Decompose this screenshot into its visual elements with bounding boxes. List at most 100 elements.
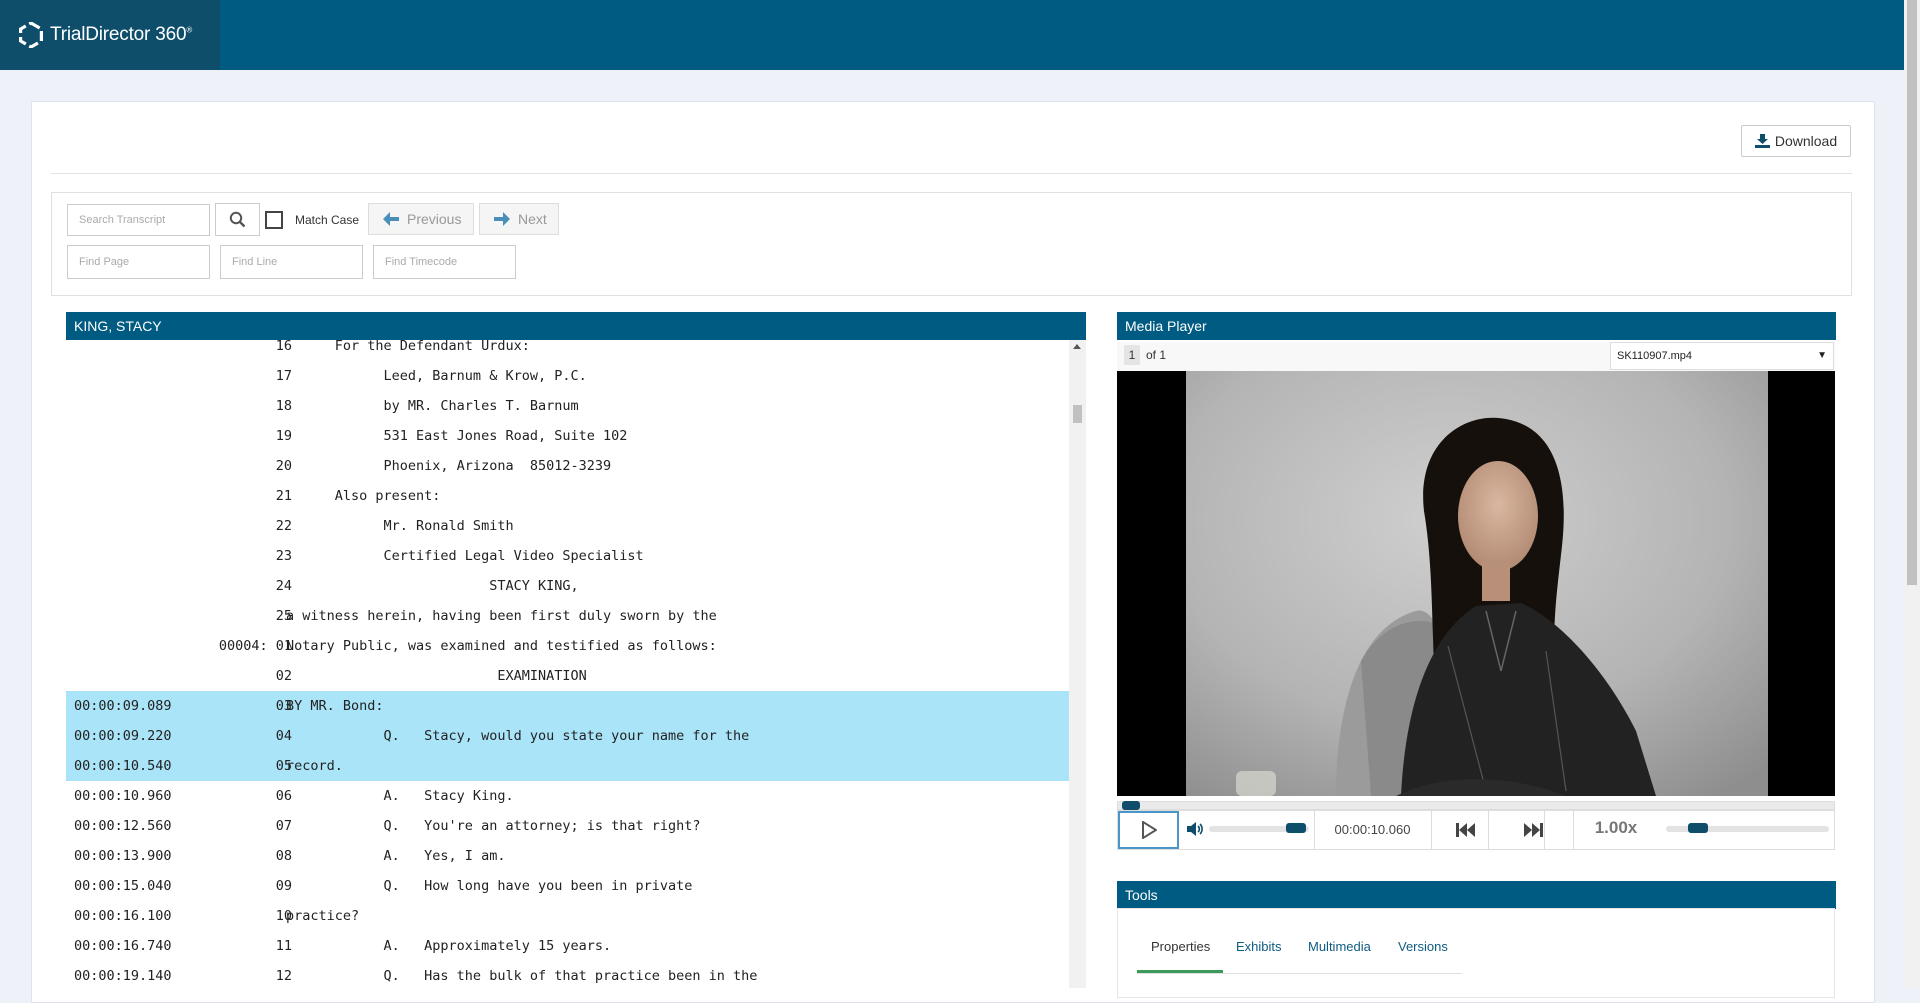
line-number: 21 xyxy=(275,488,292,504)
video-frame[interactable] xyxy=(1117,371,1835,796)
seek-knob[interactable] xyxy=(1122,801,1140,810)
play-button[interactable] xyxy=(1118,811,1179,849)
transcript-line[interactable]: 00:00:12.560 07 Q. You're an attorney; is… xyxy=(66,811,1069,841)
find-line-input[interactable] xyxy=(220,245,363,279)
line-number: 03 xyxy=(275,698,292,714)
skip-next-icon[interactable] xyxy=(1523,822,1543,838)
transcript-line[interactable]: 00:00:16.740 11 A. Approximately 15 years… xyxy=(66,931,1069,961)
transcript-line[interactable]: 17 Leed, Barnum & Krow, P.C. xyxy=(66,361,1069,391)
active-tab-indicator xyxy=(1137,970,1223,973)
arrow-right-icon xyxy=(494,212,510,226)
transcript-line[interactable]: 23 Certified Legal Video Specialist xyxy=(66,541,1069,571)
line-number: 10 xyxy=(275,908,292,924)
line-timecode: 00:00:10.960 xyxy=(74,788,172,804)
download-button[interactable]: Download xyxy=(1741,125,1851,157)
line-number: 20 xyxy=(275,458,292,474)
playback-speed[interactable]: 1.00x xyxy=(1574,818,1658,838)
transcript-line[interactable]: 00:00:09.220 04 Q. Stacy, would you state… xyxy=(66,721,1069,751)
line-text: Q. Has the bulk of that practice been in… xyxy=(286,968,758,984)
page-scrollbar-thumb[interactable] xyxy=(1907,0,1917,585)
media-page-count: of 1 xyxy=(1146,348,1167,362)
transcript-line[interactable]: 00:00:10.540 05 record. xyxy=(66,751,1069,781)
page-scrollbar[interactable] xyxy=(1904,0,1920,988)
line-text: Q. Stacy, would you state your name for … xyxy=(286,728,750,744)
line-number: 16 xyxy=(275,340,292,354)
line-text: a witness herein, having been first duly… xyxy=(286,608,717,624)
line-number: 19 xyxy=(275,428,292,444)
transcript-line[interactable]: 24 STACY KING, xyxy=(66,571,1069,601)
search-panel xyxy=(51,192,1852,296)
line-number: 22 xyxy=(275,518,292,534)
line-text: A. Stacy King. xyxy=(286,788,514,804)
transcript-line[interactable]: 00:00:16.100 10 practice? xyxy=(66,901,1069,931)
speed-knob[interactable] xyxy=(1688,823,1708,833)
transcript-line[interactable]: 20 Phoenix, Arizona 85012-3239 xyxy=(66,451,1069,481)
transcript-line[interactable]: 00:00:10.960 06 A. Stacy King. xyxy=(66,781,1069,811)
transcript-line[interactable]: 16 For the Defendant Urdux: xyxy=(66,340,1069,361)
line-text: Certified Legal Video Specialist xyxy=(286,548,644,564)
line-number: 11 xyxy=(275,938,292,954)
scroll-up-arrow-icon[interactable] xyxy=(1073,344,1081,349)
line-number: 23 xyxy=(275,548,292,564)
media-player-header: Media Player xyxy=(1117,312,1836,340)
search-button[interactable] xyxy=(215,203,260,236)
line-text: Q. How long have you been in private xyxy=(286,878,693,894)
line-timecode: 00:00:09.089 xyxy=(74,698,172,714)
line-number: 24 xyxy=(275,578,292,594)
seek-bar[interactable] xyxy=(1117,801,1835,810)
transcript-line[interactable]: 21 Also present: xyxy=(66,481,1069,511)
tab-versions[interactable]: Versions xyxy=(1398,939,1448,954)
transcript-line[interactable]: 02 EXAMINATION xyxy=(66,661,1069,691)
line-text: practice? xyxy=(286,908,360,924)
line-text: EXAMINATION xyxy=(286,668,587,684)
tab-multimedia[interactable]: Multimedia xyxy=(1308,939,1371,954)
line-number: 02 xyxy=(275,668,292,684)
transcript-scrollbar-thumb[interactable] xyxy=(1073,405,1082,423)
next-button[interactable]: Next xyxy=(479,203,559,235)
line-number: 04 xyxy=(275,728,292,744)
line-text: by MR. Charles T. Barnum xyxy=(286,398,579,414)
header-divider xyxy=(51,173,1852,174)
skip-previous-icon[interactable] xyxy=(1456,822,1476,838)
transcript-line[interactable]: 00:00:19.140 12 Q. Has the bulk of that p… xyxy=(66,961,1069,988)
play-icon xyxy=(1141,821,1157,839)
media-page-bar: 1 of 1 SK110907.mp4 ▼ xyxy=(1117,342,1835,372)
line-text: 531 East Jones Road, Suite 102 xyxy=(286,428,628,444)
transcript-line[interactable]: 22 Mr. Ronald Smith xyxy=(66,511,1069,541)
volume-knob[interactable] xyxy=(1286,823,1306,833)
transcript-line[interactable]: 18 by MR. Charles T. Barnum xyxy=(66,391,1069,421)
media-file-name: SK110907.mp4 xyxy=(1617,350,1693,362)
line-text: Phoenix, Arizona 85012-3239 xyxy=(286,458,612,474)
tab-properties[interactable]: Properties xyxy=(1151,939,1210,954)
find-page-input[interactable] xyxy=(67,245,210,279)
previous-button[interactable]: Previous xyxy=(368,203,474,235)
transcript-line[interactable]: 00:00:09.089 03 BY MR. Bond: xyxy=(66,691,1069,721)
tab-exhibits[interactable]: Exhibits xyxy=(1236,939,1282,954)
transcript-line[interactable]: 00004: 01 Notary Public, was examined and… xyxy=(66,631,1069,661)
volume-icon[interactable] xyxy=(1187,822,1203,836)
line-number: 00004: 01 xyxy=(218,638,292,654)
trialdirector-logo-icon xyxy=(18,21,44,49)
line-number: 08 xyxy=(275,848,292,864)
transcript-line[interactable]: 19 531 East Jones Road, Suite 102 xyxy=(66,421,1069,451)
media-page-number[interactable]: 1 xyxy=(1124,345,1140,365)
match-case-checkbox[interactable] xyxy=(265,211,283,229)
transcript-line[interactable]: 25 a witness herein, having been first du… xyxy=(66,601,1069,631)
media-file-select[interactable]: SK110907.mp4 ▼ xyxy=(1610,342,1834,370)
transcript-line[interactable]: 00:00:13.900 08 A. Yes, I am. xyxy=(66,841,1069,871)
tabs-baseline xyxy=(1137,973,1462,974)
transcript-viewer[interactable]: 16 For the Defendant Urdux: 17 Leed, Barn… xyxy=(66,340,1069,988)
tools-header: Tools xyxy=(1117,881,1836,909)
search-transcript-input[interactable] xyxy=(67,204,210,236)
line-timecode: 00:00:09.220 xyxy=(74,728,172,744)
download-icon xyxy=(1754,134,1770,148)
transcript-line[interactable]: 00:00:15.040 09 Q. How long have you been… xyxy=(66,871,1069,901)
tools-panel xyxy=(1117,908,1835,998)
app-logo[interactable]: TrialDirector 360® xyxy=(0,0,220,70)
line-timecode: 00:00:13.900 xyxy=(74,848,172,864)
line-number: 12 xyxy=(275,968,292,984)
transcript-scrollbar[interactable] xyxy=(1069,340,1086,988)
find-timecode-input[interactable] xyxy=(373,245,516,279)
dropdown-caret-icon: ▼ xyxy=(1817,350,1827,361)
line-text: For the Defendant Urdux: xyxy=(286,340,530,354)
